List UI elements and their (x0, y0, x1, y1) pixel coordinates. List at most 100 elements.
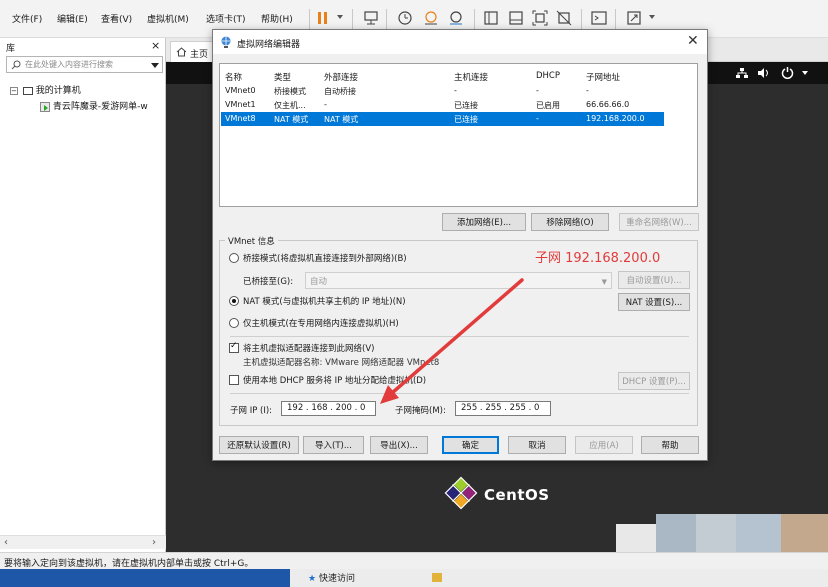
cell-name: VMnet0 (225, 86, 256, 95)
network-editor-icon (221, 36, 231, 48)
quick-access-item[interactable]: ★ 快速访问 (308, 571, 355, 584)
cell-external: - (324, 100, 327, 109)
nat-mode-radio[interactable] (229, 296, 239, 306)
snapshot-icon[interactable] (396, 9, 414, 27)
cell-subnet: - (586, 86, 589, 95)
search-icon (11, 60, 21, 70)
column-header-external[interactable]: 外部连接 (324, 71, 358, 83)
table-row-selected[interactable]: VMnet8 NAT 模式 NAT 模式 已连接 - 192.168.200.0 (221, 112, 664, 126)
group-divider (230, 336, 689, 337)
unity-icon[interactable] (555, 9, 573, 27)
host-only-mode-label[interactable]: 仅主机模式(在专用网络内连接虚拟机)(H) (243, 317, 399, 329)
scroll-left-icon[interactable]: ‹ (4, 537, 8, 548)
dialog-close-icon[interactable]: ✕ (687, 33, 699, 49)
table-row[interactable]: VMnet0 桥接模式 自动桥接 - - - (221, 84, 664, 98)
power-icon[interactable] (781, 66, 794, 79)
add-network-button[interactable]: 添加网络(E)... (442, 213, 526, 231)
send-keys-icon[interactable] (362, 9, 380, 27)
menu-edit[interactable]: 编辑(E) (57, 12, 88, 25)
rename-network-button[interactable]: 重命名网络(W)... (619, 213, 699, 231)
stretch-icon[interactable] (625, 9, 643, 27)
status-text: 要将输入定向到该虚拟机，请在虚拟机内部单击或按 Ctrl+G。 (4, 559, 254, 569)
volume-icon[interactable] (757, 67, 769, 79)
subnet-mask-field[interactable]: 255 . 255 . 255 . 0 (455, 401, 551, 416)
cell-name: VMnet1 (225, 100, 256, 109)
centos-logo-icon (444, 476, 478, 510)
menu-file[interactable]: 文件(F) (12, 12, 42, 25)
bridged-to-label: 已桥接至(G): (243, 277, 294, 287)
taskbar-active-window[interactable] (0, 569, 290, 587)
bridged-to-select[interactable]: 自动 ▼ (305, 272, 612, 289)
cell-subnet: 66.66.66.0 (586, 100, 630, 109)
remove-network-button[interactable]: 移除网络(O) (531, 213, 609, 231)
connect-adapter-label[interactable]: 将主机虚拟适配器连接到此网络(V) (243, 342, 374, 354)
tree-root-label: 我的计算机 (35, 86, 81, 96)
menu-tabs[interactable]: 选项卡(T) (206, 12, 246, 25)
apply-button[interactable]: 应用(A) (575, 436, 633, 454)
cancel-button[interactable]: 取消 (508, 436, 566, 454)
network-icon[interactable] (736, 67, 748, 79)
console-view-icon[interactable] (507, 9, 525, 27)
export-button[interactable]: 导出(X)... (370, 436, 428, 454)
centos-wordmark: CentOS (484, 486, 550, 504)
virtual-network-editor-dialog: 虚拟网络编辑器 ✕ 名称 类型 外部连接 主机连接 DHCP 子网地址 VMne… (212, 29, 708, 461)
column-header-host[interactable]: 主机连接 (454, 71, 488, 83)
tab-home[interactable]: 主页 (170, 41, 216, 62)
power-dropdown-icon[interactable] (802, 71, 808, 75)
library-search-box[interactable] (6, 56, 163, 73)
dialog-title: 虚拟网络编辑器 (237, 40, 301, 50)
library-search-input[interactable] (25, 58, 145, 71)
library-horizontal-scrollbar[interactable]: ‹ › (0, 535, 166, 549)
nat-mode-label[interactable]: NAT 模式(与虚拟机共享主机的 IP 地址)(N) (243, 295, 406, 307)
stretch-dropdown-icon[interactable] (649, 15, 655, 19)
use-dhcp-label[interactable]: 使用本地 DHCP 服务将 IP 地址分配给虚拟机(D) (243, 374, 426, 386)
cell-type: 仅主机... (274, 101, 306, 110)
tree-vm-item[interactable]: 青云阵魔录-爱游网单-w (40, 99, 164, 112)
vmnet-info-group: VMnet 信息 桥接模式(将虚拟机直接连接到外部网络)(B) 已桥接至(G):… (219, 235, 698, 426)
cell-type: 桥接模式 (274, 87, 306, 96)
terminal-icon[interactable] (590, 9, 608, 27)
menu-view[interactable]: 查看(V) (101, 12, 132, 25)
host-only-mode-radio[interactable] (229, 318, 239, 328)
import-button[interactable]: 导入(T)... (303, 436, 364, 454)
pause-dropdown-icon[interactable] (337, 15, 343, 19)
bridged-mode-label[interactable]: 桥接模式(将虚拟机直接连接到外部网络)(B) (243, 252, 407, 264)
subnet-ip-field[interactable]: 192 . 168 . 200 . 0 (281, 401, 376, 416)
bridged-mode-radio[interactable] (229, 253, 239, 263)
scroll-right-icon[interactable]: › (152, 537, 156, 548)
ok-button[interactable]: 确定 (442, 436, 499, 454)
dhcp-settings-button[interactable]: DHCP 设置(P)... (618, 372, 690, 390)
subnet-ip-label: 子网 IP (I): (230, 406, 273, 416)
column-header-name[interactable]: 名称 (225, 71, 242, 83)
folder-icon[interactable] (432, 573, 442, 582)
restore-defaults-button[interactable]: 还原默认设置(R) (219, 436, 299, 454)
column-header-type[interactable]: 类型 (274, 71, 291, 83)
revert-snapshot-icon[interactable] (422, 9, 440, 27)
search-dropdown-icon[interactable] (151, 63, 159, 68)
library-close-icon[interactable]: × (151, 39, 160, 52)
library-view-icon[interactable] (482, 9, 500, 27)
vmnet-info-legend: VMnet 信息 (225, 235, 278, 247)
network-table: 名称 类型 外部连接 主机连接 DHCP 子网地址 VMnet0 桥接模式 自动… (219, 63, 698, 207)
column-header-dhcp[interactable]: DHCP (536, 71, 560, 81)
dialog-titlebar: 虚拟网络编辑器 ✕ (213, 30, 707, 54)
help-button[interactable]: 帮助 (641, 436, 699, 454)
nat-settings-button[interactable]: NAT 设置(S)... (618, 293, 690, 311)
pause-icon[interactable] (314, 9, 332, 27)
status-bar: 要将输入定向到该虚拟机，请在虚拟机内部单击或按 Ctrl+G。 (0, 552, 828, 569)
table-row[interactable]: VMnet1 仅主机... - 已连接 已启用 66.66.66.0 (221, 98, 664, 112)
full-screen-icon[interactable] (531, 9, 549, 27)
column-header-subnet[interactable]: 子网地址 (586, 71, 620, 83)
connect-adapter-checkbox[interactable] (229, 341, 239, 353)
tree-my-computer[interactable]: − 我的计算机 (10, 83, 81, 96)
snapshot-manager-icon[interactable] (447, 9, 465, 27)
menu-help[interactable]: 帮助(H) (261, 12, 293, 25)
use-dhcp-checkbox[interactable] (229, 375, 239, 385)
auto-settings-button[interactable]: 自动设置(U)... (618, 271, 690, 289)
group-divider (230, 393, 689, 394)
cell-dhcp: - (536, 86, 539, 95)
tree-collapse-icon[interactable]: − (10, 86, 18, 95)
vm-running-icon (40, 101, 50, 112)
cell-dhcp: 已启用 (536, 101, 560, 110)
menu-vm[interactable]: 虚拟机(M) (147, 12, 189, 25)
